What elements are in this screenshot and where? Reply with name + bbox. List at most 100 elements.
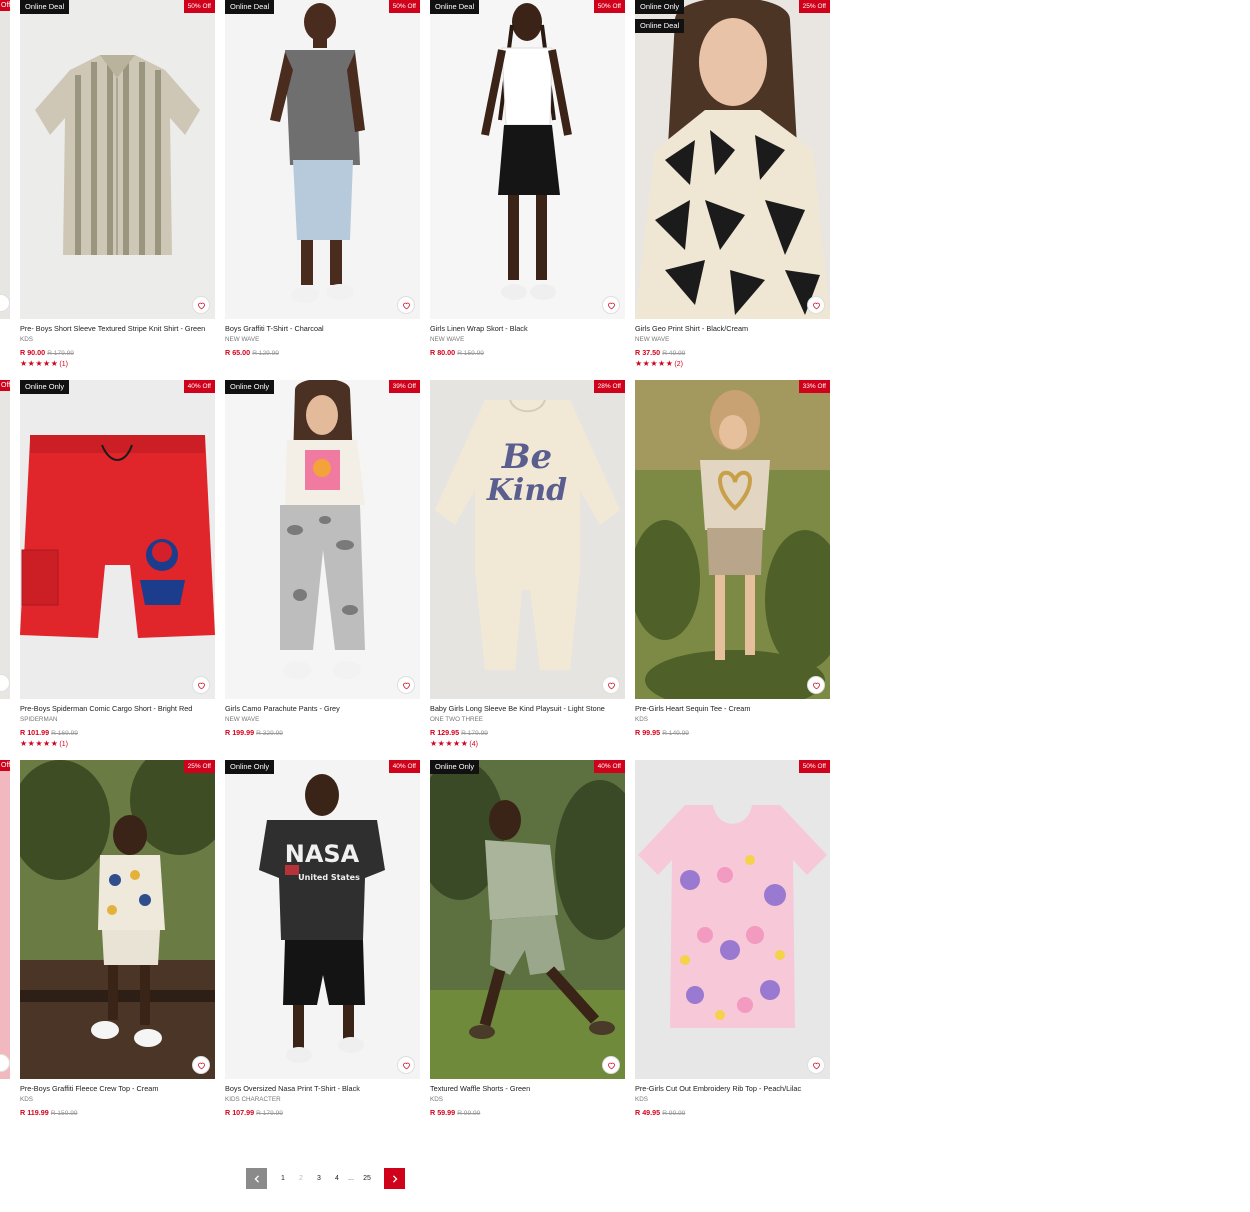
product-brand: NEW WAVE — [430, 336, 465, 343]
next-page-button[interactable] — [384, 1168, 405, 1189]
product-title[interactable]: Pre-Boys Graffiti Fleece Crew Top - Crea… — [20, 1084, 215, 1093]
product-photo — [20, 435, 215, 638]
stars-icon: ★★★★★ — [635, 359, 674, 368]
online-only-badge: Online Only — [430, 760, 480, 774]
product-photo — [35, 55, 200, 255]
wishlist-heart-icon[interactable] — [807, 676, 825, 694]
product-card[interactable]: Online Only 39% Off Girls Camo Parachute… — [225, 380, 420, 738]
product-title[interactable]: Girls Camo Parachute Pants - Grey — [225, 704, 420, 713]
wishlist-heart-icon[interactable] — [602, 676, 620, 694]
product-card[interactable]: Online Deal 50% Off Pre- Boys Short Slee… — [20, 0, 215, 369]
original-price: R 169.99 — [51, 730, 78, 737]
product-card[interactable]: 33% Off Pre-Girls Heart Sequin Tee - Cre… — [635, 380, 830, 738]
product-card[interactable]: 25% Off Pre-Boys Graffiti Fleece Crew To… — [20, 760, 215, 1118]
product-image[interactable]: Online Only 39% Off — [225, 380, 420, 699]
product-image[interactable]: 33% Off — [635, 380, 830, 699]
wishlist-heart-icon[interactable] — [397, 676, 415, 694]
discount-badge: 50% Off — [183, 0, 215, 13]
print-text: NASA — [285, 840, 360, 868]
original-price: R 179.99 — [461, 730, 488, 737]
discount-badge: 50% Off — [388, 0, 420, 13]
online-deal-badge: Online Deal — [635, 19, 685, 33]
page-link-1[interactable]: 1 — [274, 1175, 292, 1182]
product-title[interactable]: Girls Linen Wrap Skort - Black — [430, 324, 625, 333]
product-card[interactable]: 50% Off Pre-Girls Cut Out Embroidery Rib… — [635, 760, 830, 1118]
discount-badge: 50% Off — [593, 0, 625, 13]
product-card[interactable]: Online Only 40% Off Textured Waffle Shor… — [430, 760, 625, 1118]
star-rating: ★★★★★(4) — [430, 739, 625, 749]
product-title[interactable]: Pre-Boys Spiderman Comic Cargo Short - B… — [20, 704, 215, 713]
product-photo — [20, 760, 215, 1079]
sale-price: R 101.99 — [20, 728, 50, 737]
product-image[interactable]: Online Deal 50% Off — [225, 0, 420, 319]
wishlist-heart-icon[interactable] — [192, 296, 210, 314]
product-card[interactable]: Online Only 40% Off Pre-Boys Spiderman C… — [20, 380, 215, 749]
chevron-right-icon — [392, 1174, 398, 1183]
product-title[interactable]: Textured Waffle Shorts - Green — [430, 1084, 625, 1093]
discount-badge: 39% Off — [388, 380, 420, 393]
product-brand: ONE TWO THREE — [430, 716, 483, 723]
product-image[interactable]: Be Kind 28% Off — [430, 380, 625, 699]
product-card[interactable]: Be Kind 28% Off Baby Girls Long Sleeve B… — [430, 380, 625, 749]
product-title[interactable]: Boys Graffiti T-Shirt - Charcoal — [225, 324, 420, 333]
product-photo: Be Kind — [435, 399, 620, 670]
stars-icon: ★★★★★ — [20, 359, 59, 368]
sale-price: R 59.99 — [430, 1108, 456, 1117]
product-card[interactable]: Online Only Online Deal 25% Off Girls Ge… — [635, 0, 830, 369]
wishlist-heart-icon[interactable] — [602, 1056, 620, 1074]
product-title[interactable]: Girls Geo Print Shirt - Black/Cream — [635, 324, 830, 333]
page-link-2[interactable]: 2 — [292, 1175, 310, 1182]
star-rating: ★★★★★(1) — [20, 359, 215, 369]
original-price: R 149.99 — [662, 730, 689, 737]
wishlist-heart-icon[interactable] — [602, 296, 620, 314]
discount-badge: 25% Off — [798, 0, 830, 13]
product-grid: Off Off Off Online Deal 50% Off Pre- Boy… — [0, 0, 1250, 1160]
page-link-4[interactable]: 4 — [328, 1175, 346, 1182]
rating-count: (1) — [59, 361, 68, 368]
sale-price: R 107.99 — [225, 1108, 255, 1117]
pagination: 1 2 3 4 ... 25 — [246, 1168, 405, 1189]
online-only-badge: Online Only — [225, 760, 275, 774]
rating-count: (4) — [469, 741, 478, 748]
product-title[interactable]: Pre- Boys Short Sleeve Textured Stripe K… — [20, 324, 215, 333]
product-title[interactable]: Pre-Girls Heart Sequin Tee - Cream — [635, 704, 830, 713]
wishlist-heart-icon[interactable] — [0, 294, 10, 312]
print-text: Be — [501, 437, 552, 477]
product-image[interactable]: Online Only 40% Off — [20, 380, 215, 699]
wishlist-heart-icon[interactable] — [807, 296, 825, 314]
product-title[interactable]: Boys Oversized Nasa Print T-Shirt - Blac… — [225, 1084, 420, 1093]
wishlist-heart-icon[interactable] — [397, 1056, 415, 1074]
product-card[interactable]: Online Deal 50% Off Boys Graffiti T-Shir… — [225, 0, 420, 358]
wishlist-heart-icon[interactable] — [0, 674, 10, 692]
online-only-badge: Online Only — [225, 380, 275, 394]
offscreen-product-edge: Off — [0, 380, 10, 699]
wishlist-heart-icon[interactable] — [0, 1054, 10, 1072]
product-image[interactable]: Online Only Online Deal 25% Off — [635, 0, 830, 319]
offscreen-product-edge: Off — [0, 0, 10, 319]
product-card[interactable]: NASA United States Online Only 40% Off B… — [225, 760, 420, 1118]
original-price: R 49.99 — [662, 350, 686, 357]
product-brand: KDS — [20, 336, 33, 343]
sale-price: R 129.95 — [430, 728, 460, 737]
wishlist-heart-icon[interactable] — [397, 296, 415, 314]
product-brand: KDS — [635, 1096, 648, 1103]
page-link-3[interactable]: 3 — [310, 1175, 328, 1182]
product-card[interactable]: Online Deal 50% Off Girls Linen Wrap Sko… — [430, 0, 625, 358]
sale-price: R 99.95 — [635, 728, 661, 737]
discount-badge: 28% Off — [593, 380, 625, 393]
product-brand: NEW WAVE — [635, 336, 670, 343]
wishlist-heart-icon[interactable] — [192, 676, 210, 694]
prev-page-button[interactable] — [246, 1168, 267, 1189]
product-image[interactable]: Online Deal 50% Off — [20, 0, 215, 319]
product-title[interactable]: Baby Girls Long Sleeve Be Kind Playsuit … — [430, 704, 625, 713]
wishlist-heart-icon[interactable] — [807, 1056, 825, 1074]
page-link-last[interactable]: 25 — [356, 1175, 378, 1182]
product-image[interactable]: 50% Off — [635, 760, 830, 1079]
product-image[interactable]: Online Only 40% Off — [430, 760, 625, 1079]
product-title[interactable]: Pre-Girls Cut Out Embroidery Rib Top - P… — [635, 1084, 830, 1093]
product-image[interactable]: 25% Off — [20, 760, 215, 1079]
wishlist-heart-icon[interactable] — [192, 1056, 210, 1074]
product-image[interactable]: NASA United States Online Only 40% Off — [225, 760, 420, 1079]
product-image[interactable]: Online Deal 50% Off — [430, 0, 625, 319]
product-brand: NEW WAVE — [225, 716, 260, 723]
